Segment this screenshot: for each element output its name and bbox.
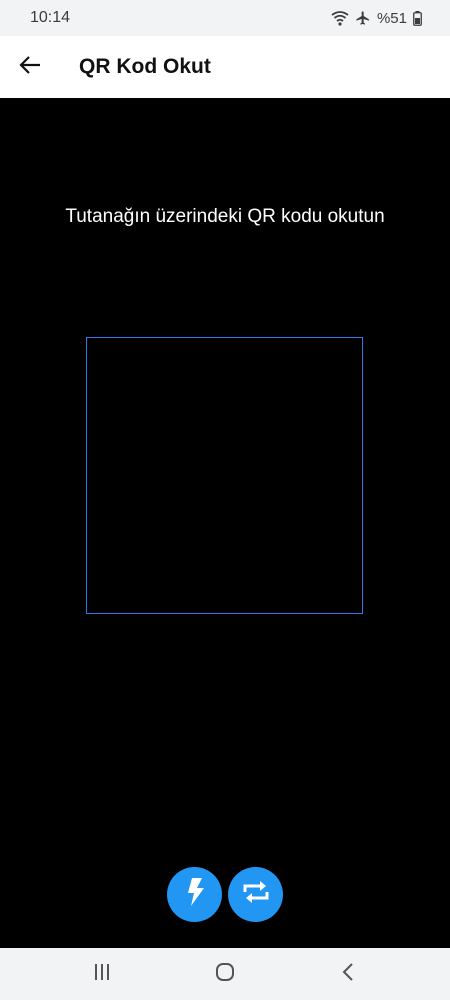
scan-instruction: Tutanağın üzerindeki QR kodu okutun [65, 206, 385, 227]
home-icon [215, 962, 235, 987]
switch-camera-button[interactable] [228, 867, 283, 922]
status-bar: 10:14 %51 [0, 0, 450, 36]
battery-icon [413, 10, 422, 26]
app-bar: QR Kod Okut [0, 36, 450, 98]
status-time: 10:14 [30, 9, 71, 26]
status-icons: %51 [331, 10, 422, 27]
camera-switch-icon [241, 879, 271, 910]
flash-button[interactable] [167, 867, 222, 922]
back-button[interactable] [0, 36, 60, 98]
camera-preview: Tutanağın üzerindeki QR kodu okutun [0, 98, 450, 948]
home-button[interactable] [195, 952, 255, 996]
scan-frame [86, 337, 363, 614]
battery-percent: %51 [376, 9, 407, 27]
flash-icon [183, 877, 207, 912]
arrow-left-icon [19, 55, 41, 80]
back-icon [342, 962, 354, 986]
page-title: QR Kod Okut [79, 55, 211, 78]
camera-controls [0, 867, 450, 922]
recents-icon [93, 963, 111, 986]
system-nav-bar [0, 948, 450, 1000]
screen: 10:14 %51 QR Kod Okut Tutanağın üzerinde… [0, 0, 450, 1000]
recents-button[interactable] [72, 952, 132, 996]
airplane-icon [355, 10, 371, 26]
wifi-icon [331, 10, 349, 26]
system-back-button[interactable] [318, 952, 378, 996]
